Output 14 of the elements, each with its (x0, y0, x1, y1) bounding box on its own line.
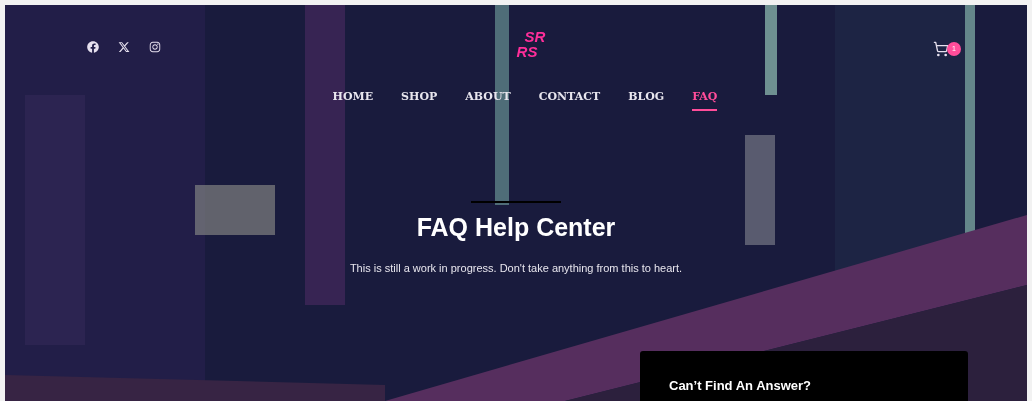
nav-link[interactable]: ABOUT (465, 89, 511, 111)
x-icon[interactable] (118, 41, 130, 53)
nav-link[interactable]: FAQ (692, 89, 718, 111)
facebook-icon[interactable] (87, 41, 99, 53)
page-title: FAQ Help Center (416, 211, 616, 243)
nav-link[interactable]: CONTACT (538, 89, 601, 111)
nav-link[interactable]: HOME (332, 89, 374, 111)
nav-link[interactable]: SHOP (401, 89, 438, 111)
nav-link[interactable]: BLOG (628, 89, 665, 111)
card-title: Can’t Find An Answer? (669, 377, 813, 395)
instagram-icon[interactable] (149, 41, 161, 53)
logo[interactable]: SR RS (516, 29, 546, 59)
subtitle: This is still a work in progress. Don't take anything from this to heart. (349, 261, 683, 276)
cart-icon[interactable] (933, 41, 949, 57)
